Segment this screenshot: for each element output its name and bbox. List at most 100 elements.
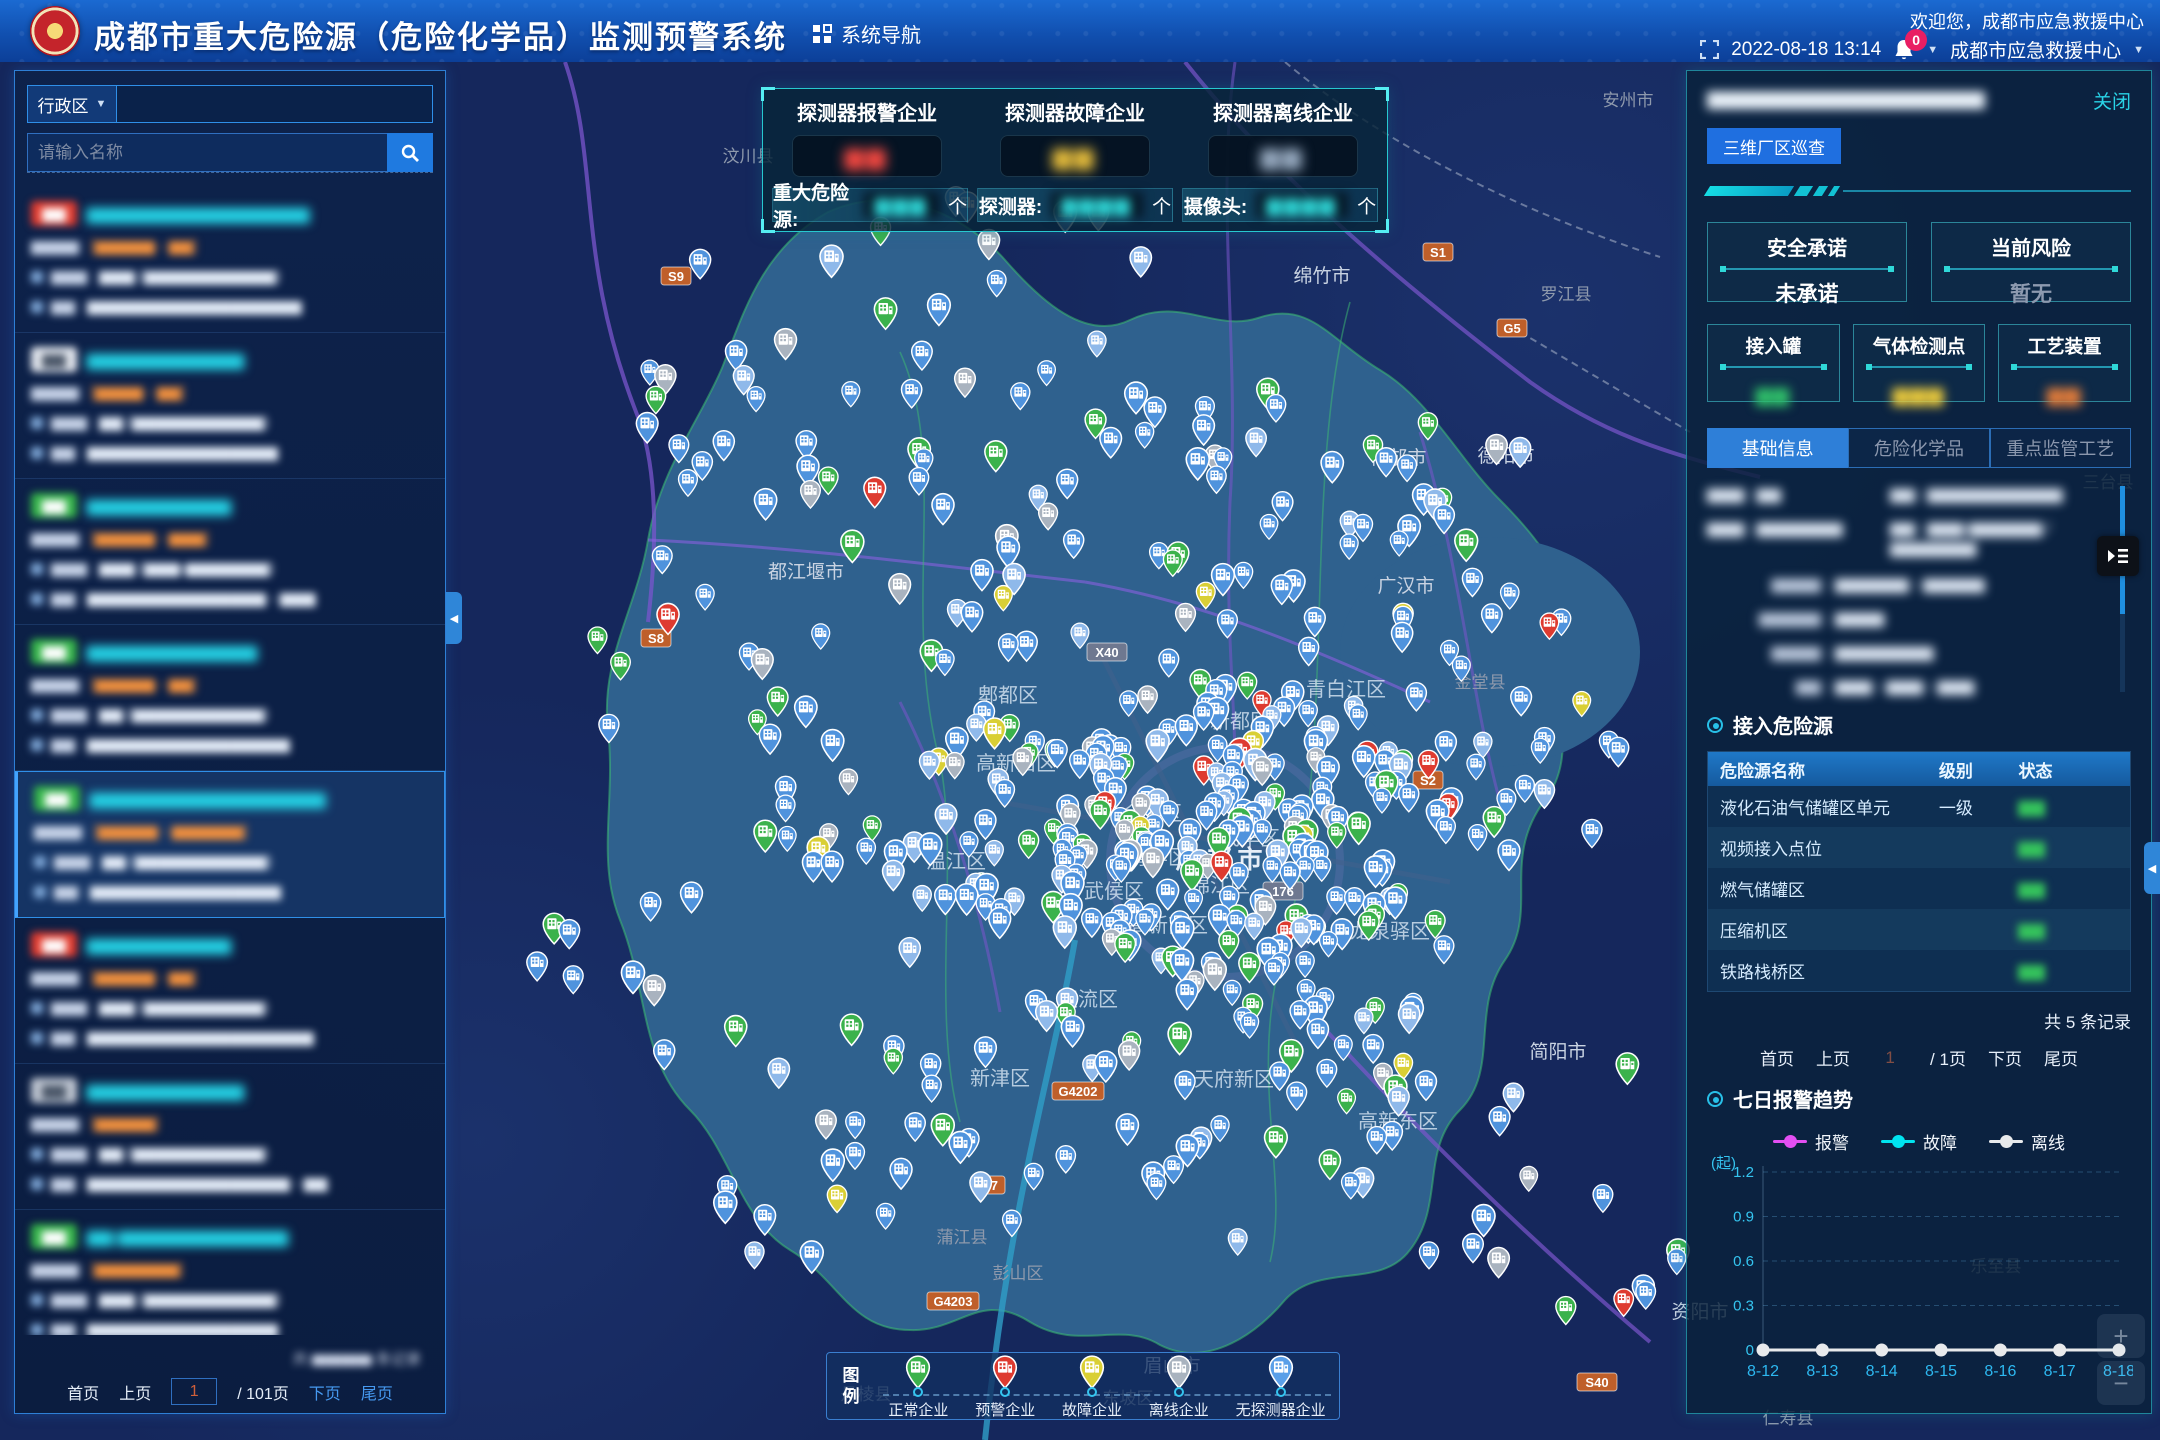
expand-info-button[interactable] [2097,536,2139,576]
equipment-stat-box: 接入罐▆▆ [1707,324,1840,402]
legend-pin-icon [1166,1355,1192,1389]
company-address-row: ▆▆:▆▆▆▆▆▆▆▆▆▆▆▆▆▆▆ - ▆▆▆ [31,589,429,608]
detail-panel-collapse-button[interactable]: ◀ [2144,842,2160,894]
trend-chart-legend: 报警 故障 离线 [1707,1129,2131,1154]
legend-node-icon [913,1387,923,1397]
page-total-label: / 101页 [237,1380,289,1404]
tab-key-processes[interactable]: 重点监管工艺 [1990,428,2131,468]
company-list-item[interactable]: ▆▆▆▆▆▆▆▆▆▆▆▆▆▆▆▆▆▆▆▆▆▆▆▆:[▆▆▆▆▆ - ▆▆▆▆▆▆… [15,771,445,918]
region-filter-select[interactable]: 行政区 ▼ [27,85,117,123]
last-page-button[interactable]: 尾页 [2044,1045,2078,1070]
equipment-stat-value: ▆▆▆ [1854,382,1985,407]
table-row[interactable]: 燃气储罐区▆▆ [1708,868,2130,909]
next-page-button[interactable]: 下页 [309,1380,341,1404]
hazard-name-cell: 液化石油气储罐区单元 [1720,794,1939,819]
company-list-item[interactable]: ▆▆▆▆▆▆▆▆▆▆▆▆▆▆▆▆▆▆:[▆▆▆▆▆]▆▆▆:▆▆ (▆▆▆▆▆▆… [15,1064,445,1210]
company-list-item[interactable]: ▆▆▆▆▆▆▆▆▆▆▆▆▆▆▆▆▆▆▆▆▆▆▆:[▆▆▆▆▆ - ▆▆]▆▆▆:… [15,187,445,333]
status-badge: ▆▆ [31,932,77,957]
welcome-text: 欢迎您，成都市应急救援中心 [1910,8,2144,34]
page-number[interactable]: 1 [1872,1048,1908,1068]
first-page-button[interactable]: 首页 [1760,1045,1794,1070]
info-field: ▆▆:▆▆▆ - ▆▆▆ - ▆▆▆ [1707,676,2109,696]
user-menu[interactable]: 成都市应急救援中心 [1950,36,2121,63]
zoom-out-button[interactable]: − [2097,1361,2145,1405]
tab-hazardous-chemicals[interactable]: 危险化学品 [1848,428,1989,468]
info-field-value: ▆▆▆ - ▆▆▆ - ▆▆▆ [1835,676,1974,696]
contact-value: ▆▆ (▆▆▆▆▆▆▆▆▆▆▆) [99,705,269,724]
next-page-button[interactable]: 下页 [1988,1045,2022,1070]
chart-legend-item[interactable]: 故障 [1881,1129,1957,1154]
stat-counter-label: 摄像头: [1184,192,1247,219]
table-row[interactable]: 视频接入点位▆▆ [1708,827,2130,868]
table-row[interactable]: 液化石油气储罐区单元一级▆▆ [1708,786,2130,827]
table-row[interactable]: 铁路栈桥区▆▆ [1708,950,2130,991]
contact-label: ▆▆▆: [51,998,91,1017]
legend-pin-icon [992,1355,1018,1389]
system-nav-button[interactable]: 系统导航 [812,19,921,48]
contact-label: ▆▆▆: [51,1290,91,1309]
legend-line-icon [1989,1140,2023,1143]
svg-text:0.9: 0.9 [1733,1209,1754,1226]
info-scrollbar[interactable] [2120,486,2125,692]
company-list-item[interactable]: ▆▆▆▆▆▆▆▆▆▆▆▆▆▆▆▆▆▆▆:[▆▆▆▆▆ - ▆▆]▆▆▆:▆▆ (… [15,625,445,771]
address-value: ▆▆▆▆▆▆▆▆▆▆▆▆▆▆▆▆▆▆▆ [87,1028,313,1047]
safety-commitment-value: 未承诺 [1708,278,1906,308]
fullscreen-icon[interactable] [1700,40,1719,59]
company-list-item[interactable]: ▆▆▆▆ ▆▆▆▆▆▆▆▆▆▆▆▆▆▆▆▆▆:[▆▆▆▆▆▆▆]▆▆▆:▆▆▆ … [15,1210,445,1335]
legend-dot-icon [1784,1135,1797,1148]
map-place-label: 绵竹市 [1293,265,1350,287]
divider [1722,366,1825,368]
zoom-in-button[interactable]: + [2097,1314,2145,1358]
status-badge: ▆▆ [31,201,77,226]
company-type-value: [▆▆▆▆▆ - ▆▆▆▆▆▆] [94,822,248,841]
search-button[interactable] [387,133,433,172]
patrol-3d-button[interactable]: 三维厂区巡查 [1707,128,1841,164]
equipment-stat-box: 气体检测点▆▆▆ [1853,324,1986,402]
info-field-label: ▆▆▆▆: [1707,574,1825,594]
close-panel-button[interactable]: 关闭 [2093,87,2131,114]
tab-basic-info[interactable]: 基础信息 [1707,428,1848,468]
address-value: ▆▆▆▆▆▆▆▆▆▆▆▆▆▆▆▆▆ [87,735,290,754]
legend-item: 故障企业 [1062,1355,1122,1420]
company-list: ▆▆ ▆▆ ▆▆▆▆▆▆▆▆▆▆▆▆▆▆▆▆▆▆▆:[▆▆▆▆▆ - ▆▆]▆▆▆:… [15,187,445,1335]
sidebar-collapse-button[interactable]: ◀ [446,592,462,644]
legend-pin-icon [1268,1355,1294,1389]
chart-legend-item[interactable]: 离线 [1989,1129,2065,1154]
svg-text:8-14: 8-14 [1866,1363,1898,1380]
company-item-header: ▆▆▆▆▆▆▆▆▆▆▆▆▆▆ [31,347,429,372]
table-row[interactable]: 压缩机区▆▆ [1708,909,2130,950]
chart-legend-item[interactable]: 报警 [1773,1129,1849,1154]
address-value: ▆▆▆▆▆▆▆▆▆▆▆▆▆▆▆▆▆ - ▆▆ [87,1174,327,1193]
last-page-button[interactable]: 尾页 [361,1380,393,1404]
decorative-divider [1707,186,2131,196]
detector-stat-card: 探测器故障企业▆▆ [971,97,1179,177]
company-name: ▆▆▆▆▆▆▆▆▆▆▆ [87,496,231,516]
legend-line-icon [1881,1140,1915,1143]
stat-counter-value: ▆▆▆ [864,192,939,218]
region-filter-value[interactable] [117,85,433,123]
notifications-button[interactable]: 0 [1893,38,1915,62]
location-icon [31,447,43,459]
company-contact-row: ▆▆▆:▆▆▆ (▆▆▆▆▆▆▆▆▆▆▆) [31,1290,429,1309]
notification-badge: 0 [1905,29,1927,51]
search-input[interactable] [27,133,387,172]
company-list-item[interactable]: ▆▆▆▆▆▆▆▆▆▆▆▆▆▆▆▆▆▆:[▆▆▆▆ - ▆▆]▆▆▆:▆▆ (▆▆… [15,333,445,479]
page-number-input[interactable]: 1 [171,1378,217,1405]
prev-page-button[interactable]: 上页 [1816,1045,1850,1070]
first-page-button[interactable]: 首页 [67,1380,99,1404]
company-item-header: ▆▆▆▆▆▆▆▆▆▆▆▆▆▆▆ [31,639,429,664]
table-header-cell: 级别 [1939,757,2019,782]
company-list-item[interactable]: ▆▆▆▆▆▆▆▆▆▆▆▆▆▆▆▆▆:[▆▆▆▆▆ - ▆▆▆]▆▆▆:▆▆▆ (… [15,479,445,625]
legend-title-char: 例 [843,1386,860,1407]
hazard-status-cell: ▆▆ [2018,838,2118,858]
prev-page-button[interactable]: 上页 [119,1380,151,1404]
trend-line-chart: (起)00.30.60.91.28-128-138-148-158-168-17… [1707,1154,2133,1392]
company-list-item[interactable]: ▆▆▆▆▆▆▆▆▆▆▆▆▆▆▆▆▆:[▆▆▆▆▆ - ▆▆]▆▆▆:▆▆▆ (▆… [15,918,445,1064]
legend-node-icon [1276,1387,1286,1397]
stat-card-value: ▆▆ [845,143,888,170]
contact-label: ▆▆▆: [51,1144,91,1163]
grid-icon [812,24,832,44]
safety-commitment-label: 安全承诺 [1708,232,1906,261]
svg-text:G5: G5 [1503,321,1520,336]
company-address-row: ▆▆:▆▆▆▆▆▆▆▆▆▆▆▆▆▆▆▆ [31,443,429,462]
